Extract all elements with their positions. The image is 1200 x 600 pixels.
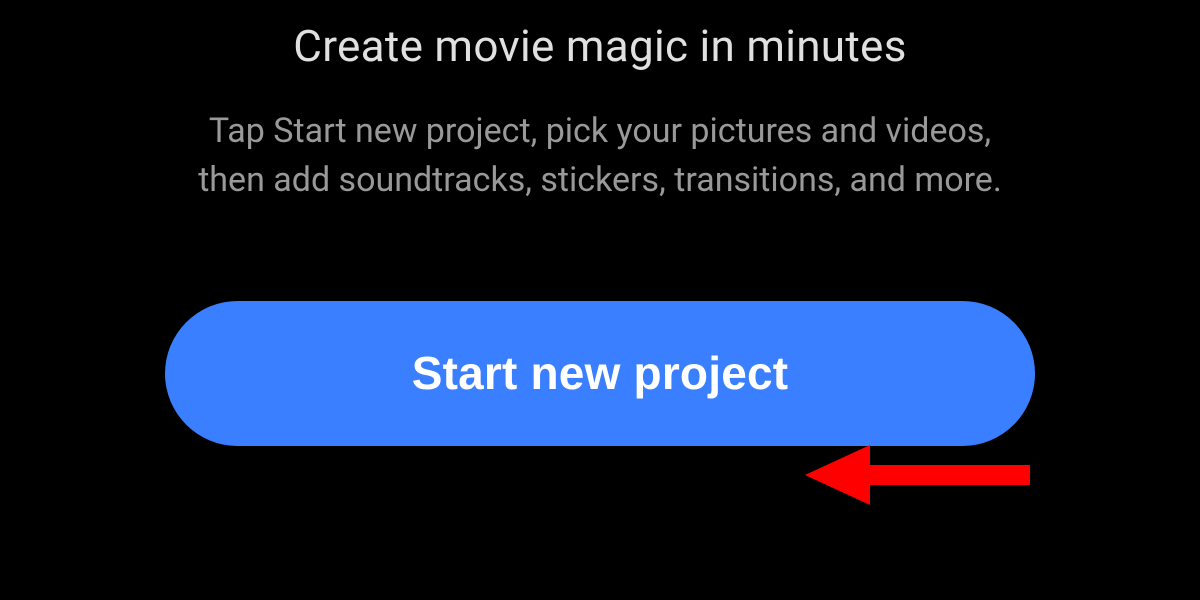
onboarding-subtext: Tap Start new project, pick your picture… xyxy=(185,107,1015,206)
start-new-project-label: Start new project xyxy=(412,346,789,400)
onboarding-heading: Create movie magic in minutes xyxy=(293,20,906,72)
arrow-annotation-icon xyxy=(805,440,1035,514)
start-new-project-button[interactable]: Start new project xyxy=(165,301,1035,446)
